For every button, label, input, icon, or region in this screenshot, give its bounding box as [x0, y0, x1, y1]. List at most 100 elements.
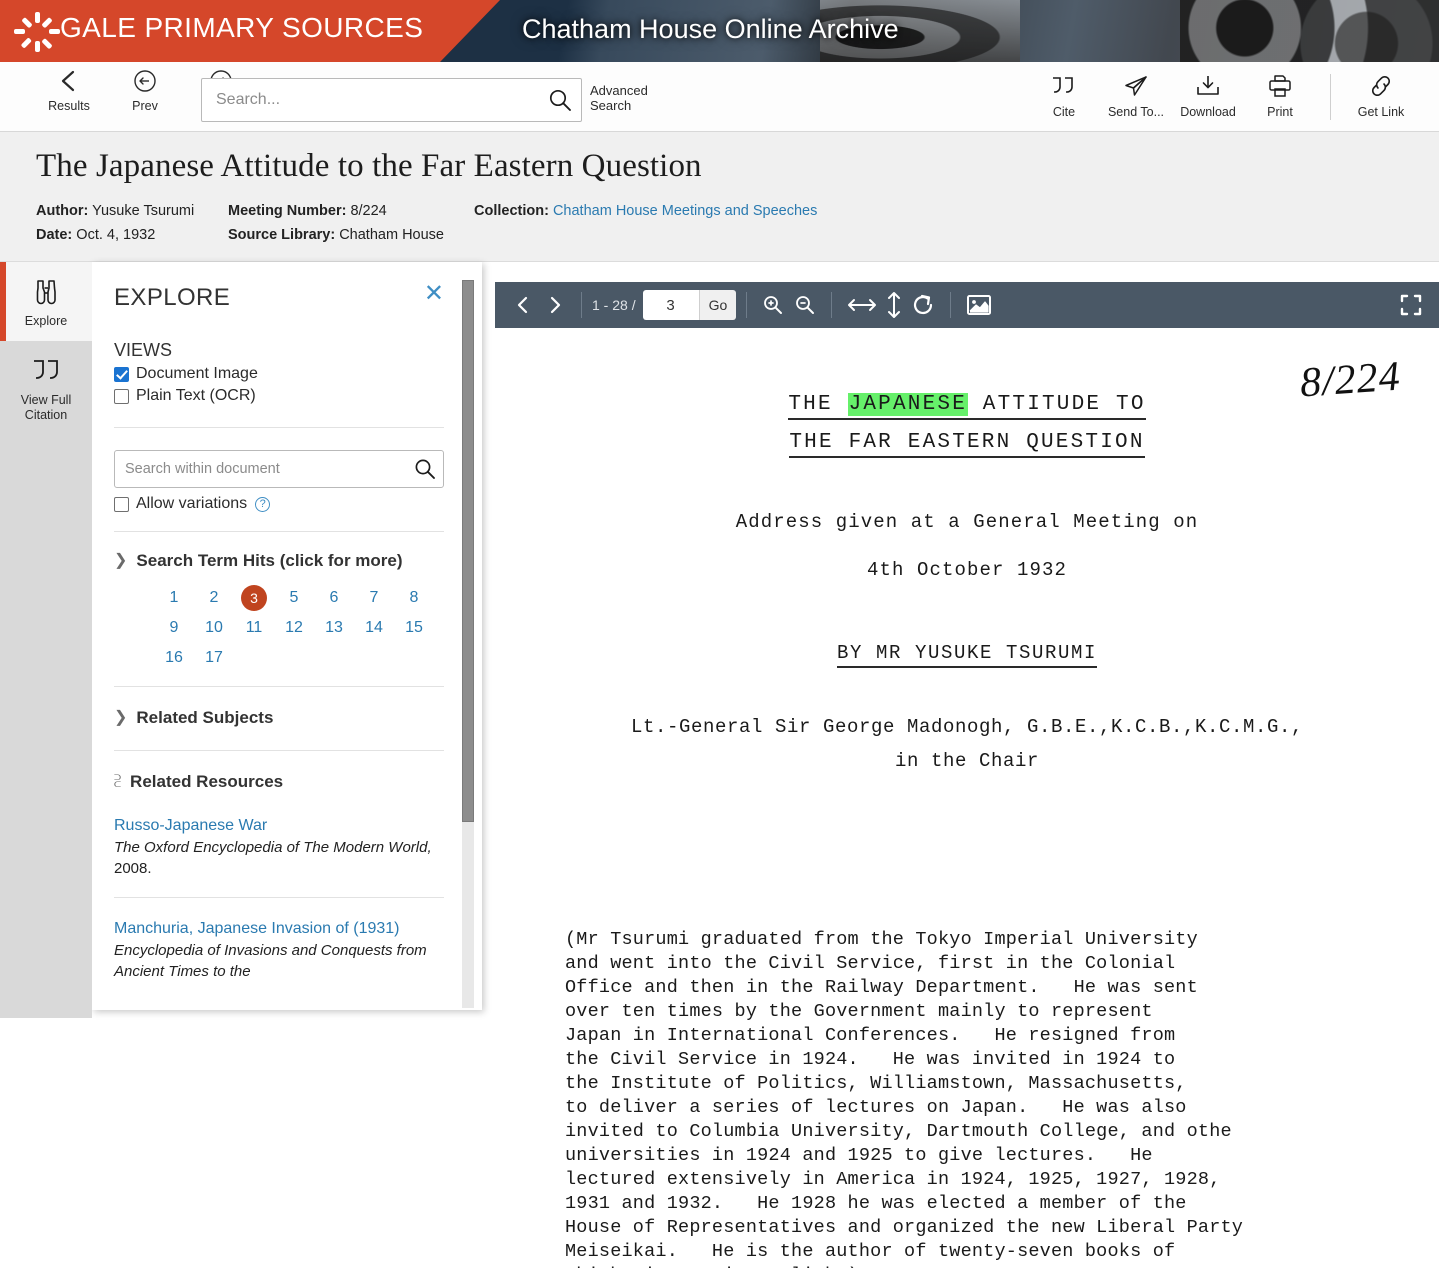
- search-term-hits-toggle[interactable]: ❯ Search Term Hits (click for more): [114, 550, 444, 572]
- viewer-toolbar: 1 - 28 / Go: [495, 282, 1439, 328]
- author-key: Author:: [36, 203, 89, 219]
- hit-page-link[interactable]: 1: [154, 584, 194, 612]
- search-term-hits-list: 1 2 3 5 6 7 8 9 10 11 12 13 14 15 16 17: [154, 584, 444, 672]
- results-button[interactable]: Results: [40, 68, 98, 113]
- divider: [114, 686, 444, 687]
- explore-panel-scroll-thumb[interactable]: [462, 280, 474, 822]
- archive-name: Chatham House Online Archive: [522, 14, 899, 44]
- fit-height-button[interactable]: [882, 288, 906, 322]
- link-icon: [1345, 74, 1417, 104]
- hit-page-link[interactable]: 17: [194, 644, 234, 672]
- hit-page-link[interactable]: 13: [314, 614, 354, 642]
- hit-page-link[interactable]: 8: [394, 584, 434, 612]
- zoom-out-button[interactable]: [789, 288, 821, 322]
- hit-page-link[interactable]: 11: [234, 614, 274, 642]
- search-icon[interactable]: [539, 87, 581, 113]
- advanced-search-line1: Advanced: [590, 83, 648, 98]
- document-body-text: (Mr Tsurumi graduated from the Tokyo Imp…: [565, 929, 1244, 1268]
- collection-link[interactable]: Chatham House Meetings and Speeches: [553, 203, 817, 219]
- meeting-number-key: Meeting Number:: [228, 203, 347, 219]
- metadata-author: Author: Yusuke Tsurumi: [36, 199, 228, 223]
- hit-page-link[interactable]: 15: [394, 614, 434, 642]
- viewer-prev-page-button[interactable]: [507, 288, 539, 322]
- related-resource-source: The Oxford Encyclopedia of The Modern Wo…: [114, 837, 444, 879]
- document-address-block: Address given at a General Meeting on 4t…: [495, 498, 1439, 594]
- hit-page-link[interactable]: 10: [194, 614, 234, 642]
- document-heading: THE JAPANESE ATTITUDE TO THE FAR EASTERN…: [495, 386, 1439, 462]
- brand-bar: GALE PRIMARY SOURCES Chatham House Onlin…: [0, 0, 1439, 62]
- metadata-source-library: Source Library: Chatham House: [228, 223, 474, 247]
- plain-text-checkbox[interactable]: [114, 388, 129, 404]
- divider: [114, 531, 444, 532]
- search-input[interactable]: [202, 91, 539, 109]
- hit-page-link[interactable]: 12: [274, 614, 314, 642]
- metadata-row: Date: Oct. 4, 1932 Source Library: Chath…: [36, 223, 1439, 247]
- fullscreen-button[interactable]: [1395, 288, 1427, 322]
- toolbar-right-group: Cite Send To... Download Print Get Link: [1028, 74, 1417, 120]
- metadata-row: Author: Yusuke Tsurumi Meeting Number: 8…: [36, 199, 1439, 223]
- hit-page-link[interactable]: 5: [274, 584, 314, 612]
- sidebar-item-explore-label: Explore: [24, 314, 68, 328]
- page-number-input[interactable]: [642, 290, 699, 320]
- date-value: Oct. 4, 1932: [76, 227, 156, 243]
- hits-row: 1 2 3 5 6 7 8: [154, 584, 444, 612]
- explore-panel-scrollbar[interactable]: [462, 280, 474, 1008]
- document-image-checkbox[interactable]: [114, 366, 129, 382]
- related-resource-link[interactable]: Manchuria, Japanese Invasion of (1931): [114, 918, 444, 939]
- hit-page-link[interactable]: 16: [154, 644, 194, 672]
- go-button[interactable]: Go: [698, 290, 737, 320]
- hit-page-link-current[interactable]: 3: [241, 585, 267, 611]
- close-icon[interactable]: ✕: [424, 282, 444, 306]
- cite-button[interactable]: Cite: [1028, 74, 1100, 119]
- advanced-search-link[interactable]: Advanced Search: [590, 83, 650, 113]
- document-chair-line1: Lt.-General Sir George Madonogh, G.B.E.,…: [630, 716, 1304, 738]
- view-option-document-image[interactable]: Document Image: [114, 365, 444, 383]
- chevron-down-icon: ⫔: [114, 773, 122, 790]
- rotate-button[interactable]: [906, 288, 940, 322]
- document-image-label: Document Image: [136, 365, 258, 382]
- explore-panel: EXPLORE ✕ VIEWS Document Image Plain Tex…: [92, 262, 482, 1010]
- search-icon[interactable]: [407, 457, 443, 481]
- download-button[interactable]: Download: [1172, 74, 1244, 119]
- help-icon[interactable]: ?: [255, 496, 271, 512]
- print-button[interactable]: Print: [1244, 74, 1316, 119]
- send-to-button[interactable]: Send To...: [1100, 74, 1172, 119]
- allow-variations-row[interactable]: Allow variations ?: [114, 495, 444, 513]
- viewer-next-page-button[interactable]: [539, 288, 571, 322]
- related-resources-toggle[interactable]: ⫔ Related Resources: [114, 771, 444, 793]
- search-within-document-input[interactable]: [115, 461, 407, 477]
- collection-key: Collection:: [474, 203, 549, 219]
- hit-page-link[interactable]: 7: [354, 584, 394, 612]
- prev-button[interactable]: Prev: [116, 68, 174, 113]
- hit-page-link[interactable]: 9: [154, 614, 194, 642]
- gale-pinwheel-icon[interactable]: [14, 8, 60, 54]
- brand-product-name[interactable]: GALE PRIMARY SOURCES: [60, 12, 423, 44]
- image-view-button[interactable]: [961, 288, 997, 322]
- view-option-plain-text[interactable]: Plain Text (OCR): [114, 387, 444, 405]
- zoom-in-button[interactable]: [757, 288, 789, 322]
- related-resource-source-italic: Encyclopedia of Invasions and Conquests …: [114, 942, 427, 980]
- global-search-box[interactable]: [201, 78, 582, 122]
- fit-width-button[interactable]: [842, 288, 882, 322]
- document-viewer: 1 - 28 / Go: [495, 282, 1439, 1268]
- hit-page-link[interactable]: 14: [354, 614, 394, 642]
- quote-icon: [1028, 74, 1100, 104]
- document-metadata: Author: Yusuke Tsurumi Meeting Number: 8…: [36, 199, 1439, 247]
- allow-variations-checkbox[interactable]: [114, 496, 129, 512]
- heading-pre: THE: [788, 393, 848, 416]
- related-resource-source-italic: The Oxford Encyclopedia of The Modern Wo…: [114, 839, 432, 856]
- metadata-collection: Collection: Chatham House Meetings and S…: [474, 199, 817, 223]
- sidebar-item-view-full-citation[interactable]: View Full Citation: [0, 341, 92, 435]
- page-title: The Japanese Attitude to the Far Eastern…: [36, 148, 702, 184]
- related-resource-link[interactable]: Russo-Japanese War: [114, 815, 444, 836]
- hit-page-link[interactable]: 2: [194, 584, 234, 612]
- get-link-button[interactable]: Get Link: [1345, 74, 1417, 119]
- search-within-document-box[interactable]: [114, 450, 444, 488]
- get-link-label: Get Link: [1357, 105, 1405, 119]
- document-page-image[interactable]: 8/224 THE JAPANESE ATTITUDE TO THE FAR E…: [495, 328, 1439, 1268]
- related-subjects-toggle[interactable]: ❯ Related Subjects: [114, 707, 444, 729]
- author-value: Yusuke Tsurumi: [92, 203, 195, 219]
- hit-page-link[interactable]: 6: [314, 584, 354, 612]
- plain-text-label: Plain Text (OCR): [136, 387, 256, 404]
- sidebar-item-explore[interactable]: Explore: [0, 262, 92, 341]
